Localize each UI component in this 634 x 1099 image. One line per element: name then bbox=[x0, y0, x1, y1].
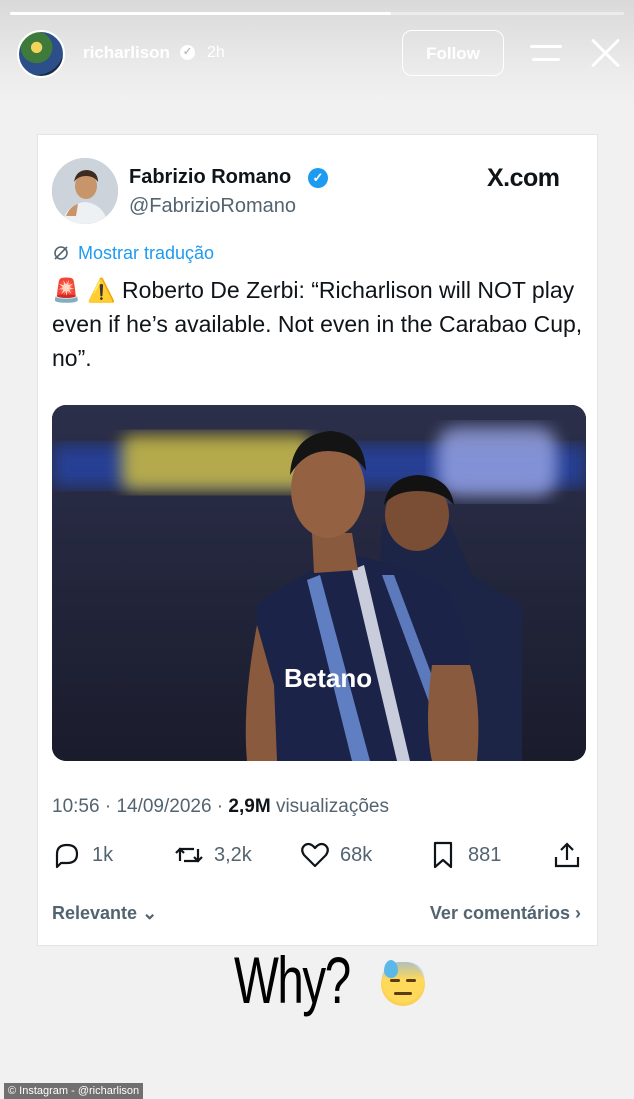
close-icon[interactable] bbox=[589, 37, 621, 69]
share-icon bbox=[554, 842, 580, 868]
verified-blue-icon: ✓ bbox=[308, 168, 328, 188]
follow-button[interactable]: Follow bbox=[402, 30, 504, 76]
reply-count: 1k bbox=[92, 843, 114, 866]
bookmark-count: 881 bbox=[468, 843, 502, 866]
menu-icon[interactable] bbox=[530, 43, 562, 63]
tweet-meta: 10:56 · 14/09/2026 · 2,9M visualizações bbox=[52, 796, 389, 817]
author-name[interactable]: Fabrizio Romano bbox=[129, 166, 291, 189]
story-time: 2h bbox=[207, 44, 225, 61]
sort-label: Relevante bbox=[52, 903, 138, 923]
views-label: visualizações bbox=[275, 796, 389, 817]
story-caption-text: Why? bbox=[234, 943, 351, 1017]
retweet-count: 3,2k bbox=[214, 843, 252, 866]
sort-dropdown[interactable]: Relevante ⌄ bbox=[52, 903, 157, 924]
like-count: 68k bbox=[340, 843, 373, 866]
heart-icon bbox=[301, 842, 329, 868]
jersey-sponsor-text: Betano bbox=[284, 663, 372, 693]
story-username[interactable]: richarlison bbox=[83, 43, 170, 63]
share-button[interactable] bbox=[552, 837, 582, 873]
bookmark-button[interactable]: 881 bbox=[428, 837, 501, 873]
reply-icon bbox=[55, 843, 79, 869]
view-comments-link[interactable]: Ver comentários › bbox=[430, 903, 581, 924]
verified-badge-icon: ✓ bbox=[180, 45, 195, 60]
story-progress-fill bbox=[10, 12, 391, 15]
translate-icon bbox=[52, 244, 70, 262]
retweet-button[interactable]: 3,2k bbox=[174, 837, 252, 873]
sweat-face-emoji-icon bbox=[381, 960, 425, 1006]
tweet-media-image[interactable]: Betano bbox=[52, 405, 586, 761]
views-count: 2,9M bbox=[228, 796, 271, 817]
tweet-date: 14/09/2026 bbox=[116, 796, 212, 817]
x-logo: X.com bbox=[487, 164, 560, 192]
story-header: richarlison ✓ 2h Follow bbox=[0, 0, 634, 105]
author-avatar[interactable] bbox=[52, 158, 118, 224]
like-button[interactable]: 68k bbox=[300, 837, 372, 873]
tweet-actions: 1k 3,2k 68k 881 bbox=[38, 837, 599, 877]
show-translation-link[interactable]: Mostrar tradução bbox=[78, 243, 214, 264]
author-handle[interactable]: @FabrizioRomano bbox=[129, 195, 296, 218]
story-avatar[interactable] bbox=[17, 30, 65, 78]
chevron-down-icon: ⌄ bbox=[142, 903, 158, 923]
view-comments-label: Ver comentários bbox=[429, 903, 570, 923]
reply-button[interactable]: 1k bbox=[52, 837, 113, 873]
image-credit: © Instagram - @richarlison bbox=[4, 1083, 144, 1099]
story-progress-bar bbox=[10, 12, 624, 15]
chevron-right-icon: › bbox=[575, 903, 581, 923]
retweet-icon bbox=[175, 847, 203, 863]
tweet-text: 🚨 ⚠️ Roberto De Zerbi: “Richarlison will… bbox=[52, 277, 583, 371]
tweet-time: 10:56 bbox=[52, 796, 100, 817]
tweet-card: Fabrizio Romano ✓ @FabrizioRomano X.com … bbox=[37, 134, 598, 946]
bookmark-icon bbox=[433, 841, 453, 869]
